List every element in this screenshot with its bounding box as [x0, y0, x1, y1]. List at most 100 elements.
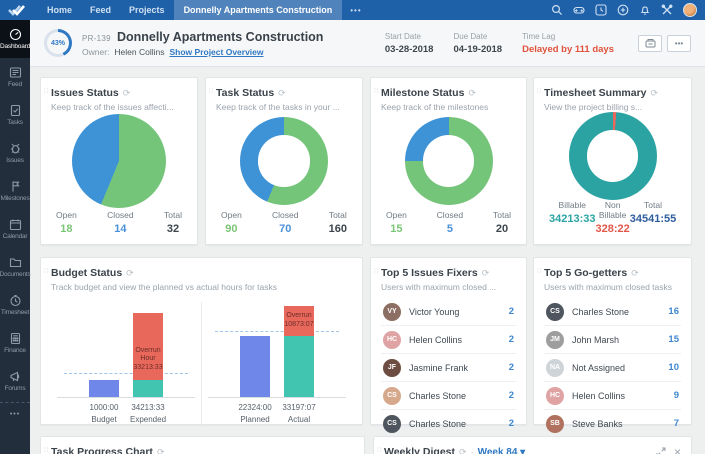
user-name: Charles Stone: [572, 307, 629, 317]
closed-count[interactable]: 15: [668, 334, 679, 345]
closed-count[interactable]: 2: [509, 390, 514, 401]
top-navigation-bar: Home Feed Projects Donnelly Apartments C…: [0, 0, 705, 20]
drag-handle-icon[interactable]: ∷: [537, 88, 541, 95]
sidebar-item-timesheet[interactable]: Timesheet: [0, 286, 30, 324]
expand-icon[interactable]: [656, 447, 666, 454]
owner-name: Helen Collins: [114, 47, 164, 57]
stat-total: Total20: [493, 210, 511, 235]
sidebar-item-feed[interactable]: Feed: [0, 58, 30, 96]
left-sidebar: Dashboard Feed Tasks Issues Milestones C…: [0, 20, 30, 454]
sidebar-item-calendar[interactable]: Calendar: [0, 210, 30, 248]
avatar: HC: [383, 331, 401, 349]
sidebar-item-forums[interactable]: Forums: [0, 362, 30, 400]
owner-label: Owner:: [82, 47, 109, 57]
refresh-icon[interactable]: ⟳: [631, 268, 639, 279]
calendar-icon: [9, 218, 22, 231]
avatar: JM: [546, 331, 564, 349]
nav-more-icon[interactable]: •••: [342, 6, 369, 15]
user-list-item[interactable]: CS Charles Stone 2: [381, 382, 516, 410]
layout-button[interactable]: [638, 35, 662, 52]
card-subtitle: Users with maximum closed ...: [381, 282, 516, 292]
avatar: CS: [383, 387, 401, 405]
folder-icon: [9, 256, 22, 269]
user-list-item[interactable]: CSCharles Stone2: [381, 410, 516, 437]
card-milestone-status: ∷ Milestone Status ⟳ Keep track of the m…: [370, 77, 527, 245]
refresh-icon[interactable]: ⟳: [468, 88, 476, 99]
stat-billable: Billable34213:33: [549, 200, 596, 235]
sidebar-item-finance[interactable]: Finance: [0, 324, 30, 362]
closed-count[interactable]: 2: [509, 306, 514, 317]
sidebar-item-milestones[interactable]: Milestones: [0, 172, 30, 210]
user-list-item[interactable]: SBSteve Banks7: [544, 410, 681, 437]
nav-projects[interactable]: Projects: [120, 0, 174, 20]
closed-count[interactable]: 10: [668, 362, 679, 373]
drag-handle-icon[interactable]: ∷: [374, 268, 378, 275]
setup-tools-icon[interactable]: [661, 4, 673, 16]
refresh-icon[interactable]: ⟳: [126, 268, 134, 279]
closed-count[interactable]: 2: [509, 418, 514, 429]
user-avatar[interactable]: [683, 3, 697, 17]
due-date: Due Date 04-19-2018: [453, 32, 502, 55]
refresh-icon[interactable]: ⟳: [123, 88, 131, 99]
refresh-icon[interactable]: ⟳: [278, 88, 286, 99]
recent-items-icon[interactable]: [595, 4, 607, 16]
tab-active-project[interactable]: Donnelly Apartments Construction: [174, 0, 343, 20]
add-icon[interactable]: [617, 4, 629, 16]
card-subtitle: Track budget and view the planned vs act…: [51, 282, 352, 292]
task-status-legend: Open90Closed70Total160: [216, 210, 352, 237]
card-title: Milestone Status: [381, 87, 464, 99]
sidebar-item-issues[interactable]: Issues: [0, 134, 30, 172]
show-project-overview-link[interactable]: Show Project Overview: [170, 47, 264, 57]
bar-label: 22324:00Planned: [233, 402, 277, 426]
closed-count[interactable]: 7: [674, 418, 679, 429]
bar-actual: Overrun10873:07: [284, 302, 314, 397]
timer-icon: [9, 294, 22, 307]
closed-count[interactable]: 9: [674, 390, 679, 401]
closed-count[interactable]: 2: [509, 334, 514, 345]
stat-open: Open15: [386, 210, 407, 235]
user-list-item[interactable]: NANot Assigned10: [544, 354, 681, 382]
drag-handle-icon[interactable]: ∷: [374, 88, 378, 95]
drag-handle-icon[interactable]: ∷: [377, 447, 381, 454]
sidebar-item-dashboard[interactable]: Dashboard: [0, 20, 30, 58]
user-list-item[interactable]: HCHelen Collins9: [544, 382, 681, 410]
nav-home[interactable]: Home: [38, 0, 81, 20]
user-list-item[interactable]: HCHelen Collins2: [381, 326, 516, 354]
refresh-icon[interactable]: ⟳: [459, 447, 467, 454]
refresh-icon[interactable]: ⟳: [651, 88, 659, 99]
user-list-item[interactable]: VYVictor Young2: [381, 298, 516, 326]
drag-handle-icon[interactable]: ∷: [44, 447, 48, 454]
user-name: Charles Stone: [409, 391, 466, 401]
milestone-status-donut-chart: [405, 117, 493, 205]
dashboard-icon: [9, 28, 22, 41]
go-getters-list: CSCharles Stone16JMJohn Marsh15NANot Ass…: [544, 298, 681, 437]
nav-feed[interactable]: Feed: [81, 0, 120, 20]
user-list-item[interactable]: JFJasmine Frank2: [381, 354, 516, 382]
project-progress-value: 43%: [51, 40, 65, 47]
drag-handle-icon[interactable]: ∷: [209, 88, 213, 95]
closed-count[interactable]: 2: [509, 362, 514, 373]
drag-handle-icon[interactable]: ∷: [44, 268, 48, 275]
user-list-item[interactable]: CSCharles Stone16: [544, 298, 681, 326]
week-selector-dropdown[interactable]: Week 84 ▾: [478, 447, 526, 454]
sidebar-item-tasks[interactable]: Tasks: [0, 96, 30, 134]
search-icon[interactable]: [551, 4, 563, 16]
card-top-go-getters: ∷ Top 5 Go-getters ⟳ Users with maximum …: [533, 257, 692, 425]
zoho-projects-logo-icon[interactable]: [8, 4, 26, 16]
header-more-button[interactable]: •••: [667, 35, 691, 52]
notifications-bell-icon[interactable]: [639, 4, 651, 16]
refresh-icon[interactable]: ⟳: [157, 447, 165, 454]
gamepad-icon[interactable]: [573, 4, 585, 16]
close-icon[interactable]: ×: [674, 446, 681, 454]
budget-threshold-line: [64, 373, 188, 374]
stat-non-billable: Non Billable328:22: [596, 200, 630, 235]
sidebar-more-icon[interactable]: •••: [0, 402, 30, 418]
issues-status-pie-chart: [72, 114, 166, 208]
closed-count[interactable]: 16: [668, 306, 679, 317]
card-title: Task Progress Chart: [51, 446, 153, 454]
drag-handle-icon[interactable]: ∷: [537, 268, 541, 275]
user-list-item[interactable]: JMJohn Marsh15: [544, 326, 681, 354]
sidebar-item-documents[interactable]: Documents: [0, 248, 30, 286]
drag-handle-icon[interactable]: ∷: [44, 88, 48, 95]
refresh-icon[interactable]: ⟳: [482, 268, 490, 279]
